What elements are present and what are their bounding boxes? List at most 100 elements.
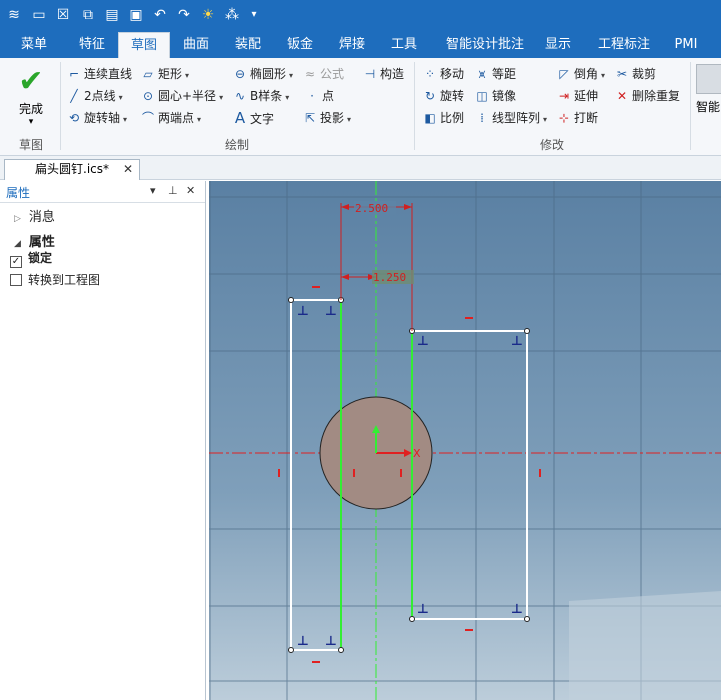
offset-button[interactable]: ⩙ 等距 [474,64,516,84]
chevron-down-icon: ▾ [289,71,294,80]
delete-duplicate-icon: ✕ [616,89,628,103]
sketch-canvas[interactable]: ⊥ ⊥ ⊥ ⊥ ⊥ ⊥ ⊥ ⊥ X 2.500 1.250 [209,181,721,700]
text-button[interactable]: A 文字 [232,108,274,128]
linear-array-button[interactable]: ⁞ 线型阵列 ▾ [474,108,547,128]
rectangle-icon: ▱ [143,67,153,81]
delete-duplicate-button[interactable]: ✕ 删除重复 [614,86,680,106]
project-button[interactable]: ⇱ 投影 ▾ [302,108,351,128]
group-separator [690,62,691,150]
messages-section[interactable]: ▷ 消息 [14,207,55,227]
property-panel: 属性 ▾ ⊥ ✕ ▷ 消息 ◢ 属性 ✓ 锁定 转换到工程图 [0,181,206,700]
line-icon: ╱ [70,89,78,103]
export-icon[interactable]: ⧉ [79,6,97,24]
scissors-icon: ✂ [616,67,628,81]
rotate-icon: ↻ [424,89,436,103]
undo-icon[interactable]: ↶ [151,6,169,24]
break-button[interactable]: ⊹ 打断 [556,108,598,128]
point-icon: · [310,89,314,103]
scale-button[interactable]: ◧ 比例 [422,108,464,128]
tab-engineering-annotation[interactable]: 工程标注 [590,32,658,58]
redo-icon[interactable]: ↷ [175,6,193,24]
tab-surface[interactable]: 曲面 [172,32,220,58]
two-end-arc-button[interactable]: ⌒ 两端点 ▾ [140,108,201,128]
smart-button[interactable]: 智能 [696,64,721,132]
construct-button[interactable]: ⊣ 构造 [362,64,404,84]
close-doc-icon[interactable]: ☒ [54,6,72,24]
mirror-button[interactable]: ◫ 镜像 [474,86,516,106]
tab-display[interactable]: 显示 [536,32,580,58]
formula-button[interactable]: ≈ 公式 [302,64,344,84]
brightness-icon[interactable]: ☀ [199,6,217,24]
circle-center-radius-button[interactable]: ⊙ 圆心+半径 ▾ [140,86,223,106]
finish-label: 完成 [18,102,43,116]
chevron-down-icon: ▾ [197,115,202,124]
lock-checkbox[interactable]: ✓ [10,256,22,268]
chevron-down-icon: ▾ [219,93,224,102]
point-button[interactable]: · 点 [304,86,334,106]
bspline-button[interactable]: ∿ B样条 ▾ [232,86,289,106]
rectangle-button[interactable]: ▱ 矩形 ▾ [140,64,189,84]
tab-assembly[interactable]: 装配 [224,32,272,58]
tab-pmi[interactable]: PMI [664,32,708,58]
close-icon[interactable]: ✕ [186,184,195,197]
sketch-drawing[interactable]: ⊥ ⊥ ⊥ ⊥ ⊥ ⊥ ⊥ ⊥ X 2.500 1.250 [209,181,721,700]
tab-feature[interactable]: 特征 [66,32,118,58]
formula-icon: ≈ [304,67,316,81]
tab-tools[interactable]: 工具 [380,32,428,58]
move-icon: ⁘ [424,67,436,81]
svg-text:⊥: ⊥ [417,334,429,349]
ellipse-icon: ⊖ [234,67,246,81]
svg-text:⊥: ⊥ [511,602,523,617]
lock-option[interactable]: ✓ 锁定 [0,248,52,268]
document-tab[interactable]: 扁头圆钉.ics* ✕ [4,159,140,180]
svg-text:⊥: ⊥ [511,334,523,349]
chevron-down-icon: ▾ [285,93,290,102]
finish-button[interactable]: ✔ 完成 ▾ [8,64,54,132]
close-icon[interactable]: ✕ [123,160,133,179]
checkmark-icon: ✔ [18,64,44,99]
chevron-down-icon[interactable]: ▾ [150,184,156,197]
chevron-down-icon: ▾ [123,115,128,124]
chevron-down-icon: ▾ [601,71,606,80]
chevron-down-icon: ▾ [118,93,123,102]
tab-menu[interactable]: 菜单 [10,32,58,58]
project-icon: ⇱ [304,111,316,125]
move-button[interactable]: ⁘ 移动 [422,64,464,84]
chevron-right-icon: ▷ [14,214,21,224]
group-label-sketch: 草图 [18,138,43,152]
tab-weld[interactable]: 焊接 [328,32,376,58]
smart-icon [696,64,721,94]
app-logo-icon[interactable]: ≋ [5,6,23,24]
svg-text:⊥: ⊥ [297,304,309,319]
scale-icon: ◧ [424,111,436,125]
trim-button[interactable]: ✂ 裁剪 [614,64,656,84]
dropdown-icon[interactable]: ▾ [245,6,263,24]
pin-icon[interactable]: ⊥ [168,184,178,197]
tab-sketch[interactable]: 草图 [118,32,170,58]
ellipse-button[interactable]: ⊖ 椭圆形 ▾ [232,64,293,84]
extend-button[interactable]: ⇥ 延伸 [556,86,598,106]
group-label-modify: 修改 [539,138,564,152]
quick-access-bar: ≋ ▭ ☒ ⧉ ▤ ▣ ↶ ↷ ☀ ⁂ ▾ [0,0,721,32]
convert-checkbox[interactable] [10,274,22,286]
x-axis-label: X [413,447,421,460]
smart-label: 智能 [696,100,721,114]
svg-text:⊥: ⊥ [325,634,337,649]
save-icon[interactable]: ▣ [127,6,145,24]
group-label-draw: 绘制 [224,138,249,152]
tab-sheetmetal[interactable]: 钣金 [276,32,324,58]
convert-option[interactable]: 转换到工程图 [0,270,100,290]
svg-text:⊥: ⊥ [325,304,337,319]
new-icon[interactable]: ▭ [30,6,48,24]
polyline-button[interactable]: ⌐ 连续直线 [66,64,132,84]
two-point-line-button[interactable]: ╱ 2点线 ▾ [66,86,123,106]
rotate-button[interactable]: ↻ 旋转 [422,86,464,106]
chamfer-button[interactable]: ◸ 倒角 ▾ [556,64,605,84]
extend-icon: ⇥ [558,89,570,103]
polyline-icon: ⌐ [68,67,80,81]
rotate-axis-button[interactable]: ⟲ 旋转轴 ▾ [66,108,127,128]
chevron-down-icon: ▾ [28,117,34,127]
snap-icon[interactable]: ⁂ [223,6,241,24]
open-icon[interactable]: ▤ [103,6,121,24]
tab-smart-annotation[interactable]: 智能设计批注 [436,32,534,58]
